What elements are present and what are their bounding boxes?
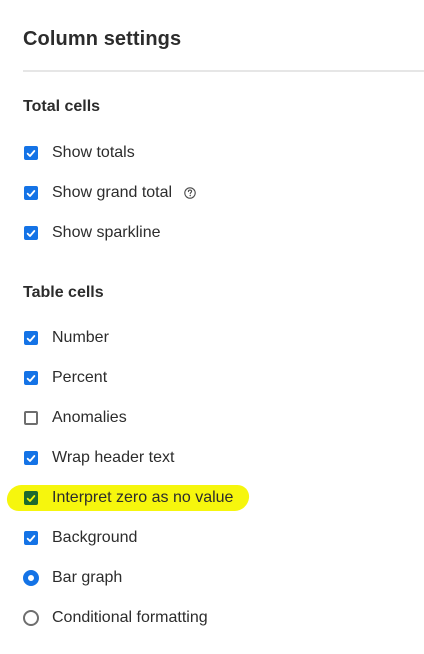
anomalies-option[interactable]: Anomalies bbox=[23, 407, 127, 429]
number-label: Number bbox=[52, 329, 109, 346]
conditional-formatting-option[interactable]: Conditional formatting bbox=[23, 607, 208, 629]
percent-option[interactable]: Percent bbox=[23, 367, 107, 389]
bar-graph-radio[interactable] bbox=[23, 570, 39, 586]
show-grand-total-option[interactable]: Show grand total bbox=[23, 182, 196, 204]
number-option[interactable]: Number bbox=[23, 327, 109, 349]
panel-title: Column settings bbox=[23, 28, 182, 50]
background-label: Background bbox=[52, 529, 138, 546]
anomalies-label: Anomalies bbox=[52, 409, 127, 426]
number-checkbox[interactable] bbox=[24, 331, 38, 345]
interpret-zero-option[interactable]: Interpret zero as no value bbox=[23, 487, 233, 509]
show-sparkline-option[interactable]: Show sparkline bbox=[23, 222, 161, 244]
show-totals-label: Show totals bbox=[52, 144, 135, 161]
conditional-formatting-radio[interactable] bbox=[23, 610, 39, 626]
title-divider bbox=[23, 70, 424, 72]
interpret-zero-label: Interpret zero as no value bbox=[52, 489, 234, 506]
checkmark-icon bbox=[26, 454, 36, 462]
interpret-zero-checkbox[interactable] bbox=[24, 491, 38, 505]
show-sparkline-label: Show sparkline bbox=[52, 224, 161, 241]
checkmark-icon bbox=[26, 534, 36, 542]
percent-checkbox[interactable] bbox=[24, 371, 38, 385]
bar-graph-option[interactable]: Bar graph bbox=[23, 567, 122, 589]
bar-graph-label: Bar graph bbox=[52, 569, 123, 586]
checkmark-icon bbox=[26, 374, 36, 382]
show-totals-option[interactable]: Show totals bbox=[23, 142, 135, 164]
percent-label: Percent bbox=[52, 369, 108, 386]
show-grand-total-checkbox[interactable] bbox=[24, 186, 38, 200]
background-option[interactable]: Background bbox=[23, 527, 137, 549]
anomalies-checkbox[interactable] bbox=[24, 411, 38, 425]
wrap-header-text-label: Wrap header text bbox=[52, 449, 175, 466]
wrap-header-text-option[interactable]: Wrap header text bbox=[23, 447, 174, 469]
show-grand-total-label: Show grand total bbox=[52, 184, 173, 201]
checkmark-icon bbox=[26, 494, 36, 502]
checkmark-icon bbox=[26, 229, 36, 237]
column-settings-panel: Column settings Total cells Show totals … bbox=[0, 0, 424, 654]
help-icon[interactable] bbox=[184, 187, 196, 199]
background-checkbox[interactable] bbox=[24, 531, 38, 545]
checkmark-icon bbox=[26, 334, 36, 342]
total-cells-heading: Total cells bbox=[23, 98, 101, 115]
conditional-formatting-label: Conditional formatting bbox=[52, 609, 208, 626]
table-cells-heading: Table cells bbox=[23, 284, 104, 301]
wrap-header-text-checkbox[interactable] bbox=[24, 451, 38, 465]
checkmark-icon bbox=[26, 149, 36, 157]
show-totals-checkbox[interactable] bbox=[24, 146, 38, 160]
checkmark-icon bbox=[26, 189, 36, 197]
show-sparkline-checkbox[interactable] bbox=[24, 226, 38, 240]
